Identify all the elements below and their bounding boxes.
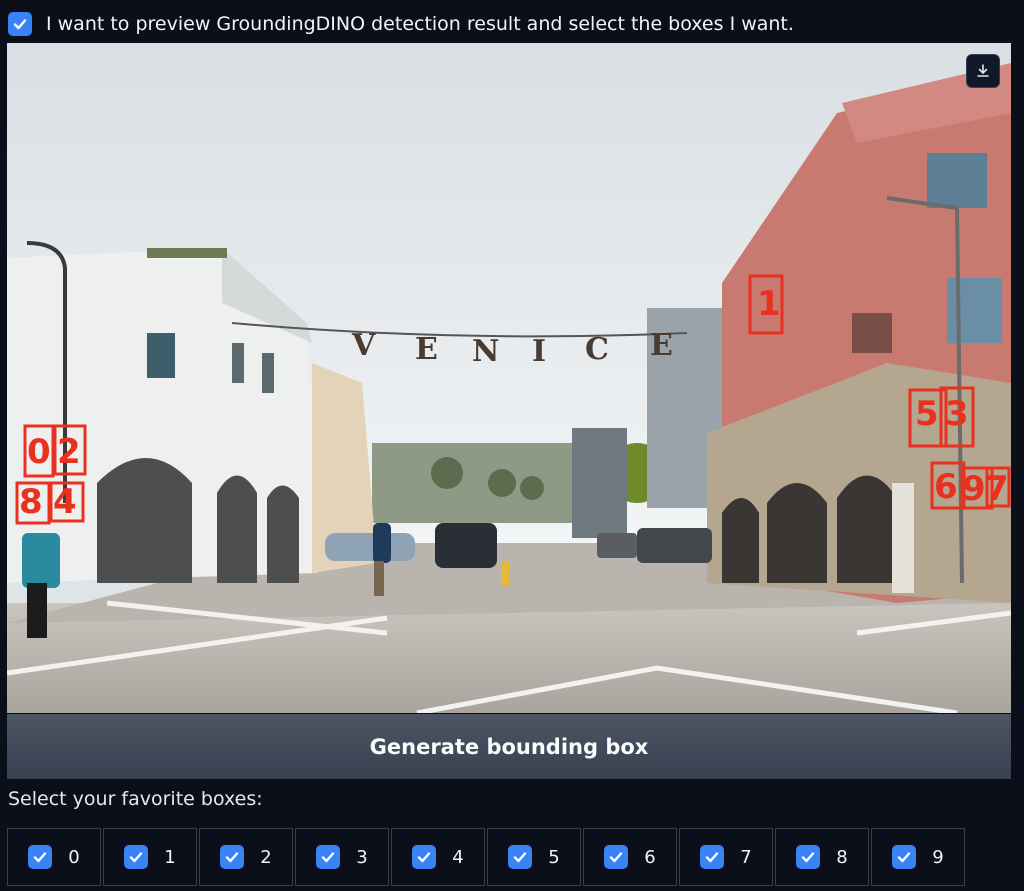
sign-letter: N: [472, 334, 499, 369]
box-checkbox[interactable]: [220, 845, 245, 869]
box-option-7[interactable]: 7: [679, 828, 773, 886]
box-option-label: 4: [452, 846, 464, 868]
preview-toggle[interactable]: I want to preview GroundingDINO detectio…: [8, 10, 794, 38]
box-option-label: 8: [836, 846, 848, 868]
download-icon: [977, 64, 989, 77]
check-icon: [706, 852, 719, 863]
box-checkbox[interactable]: [700, 845, 725, 869]
check-icon: [322, 852, 335, 863]
box-checkbox-group: 0 1 2 3 4 5 6 7 8 9: [7, 828, 965, 886]
select-boxes-label: Select your favorite boxes:: [8, 788, 263, 810]
check-icon: [418, 852, 431, 863]
sign-letter: E: [415, 332, 438, 367]
check-icon: [13, 19, 27, 30]
box-option-label: 3: [356, 846, 368, 868]
box-option-9[interactable]: 9: [871, 828, 965, 886]
detection-preview-image: V E N I C E 1 5 3 0 2 8 4 6 9 7: [7, 43, 1011, 713]
sign-letter: E: [650, 328, 673, 363]
box-label: 3: [945, 394, 969, 434]
box-option-4[interactable]: 4: [391, 828, 485, 886]
box-label: 1: [757, 284, 781, 324]
box-option-0[interactable]: 0: [7, 828, 101, 886]
box-label: 2: [57, 432, 81, 472]
box-checkbox[interactable]: [28, 845, 53, 869]
download-button[interactable]: [966, 54, 1000, 88]
sign-letter: C: [585, 332, 609, 367]
check-icon: [610, 852, 623, 863]
check-icon: [226, 852, 239, 863]
box-label: 0: [27, 432, 51, 472]
box-checkbox[interactable]: [316, 845, 341, 869]
box-option-label: 6: [644, 846, 656, 868]
preview-toggle-label: I want to preview GroundingDINO detectio…: [46, 13, 794, 35]
box-option-label: 5: [548, 846, 560, 868]
box-label: 4: [53, 482, 77, 522]
sign-letter: I: [532, 334, 546, 369]
box-checkbox[interactable]: [508, 845, 533, 869]
white-building: [7, 248, 317, 583]
box-option-3[interactable]: 3: [295, 828, 389, 886]
box-checkbox[interactable]: [796, 845, 821, 869]
box-option-5[interactable]: 5: [487, 828, 581, 886]
box-label: 6: [934, 467, 958, 507]
box-label: 8: [19, 482, 43, 522]
box-label: 7: [985, 469, 1009, 509]
box-option-label: 1: [164, 846, 176, 868]
check-icon: [898, 852, 911, 863]
distant-building: [572, 428, 627, 538]
box-checkbox[interactable]: [604, 845, 629, 869]
box-option-label: 0: [68, 846, 80, 868]
street-scene: V E N I C E 1 5 3 0 2 8 4 6 9 7: [7, 43, 1011, 713]
box-option-2[interactable]: 2: [199, 828, 293, 886]
sign-letter: V: [351, 328, 376, 363]
box-option-label: 9: [932, 846, 944, 868]
preview-checkbox[interactable]: [8, 12, 32, 36]
box-option-8[interactable]: 8: [775, 828, 869, 886]
check-icon: [802, 852, 815, 863]
box-option-label: 2: [260, 846, 272, 868]
box-option-6[interactable]: 6: [583, 828, 677, 886]
generate-bounding-box-button[interactable]: Generate bounding box: [7, 714, 1011, 779]
box-option-1[interactable]: 1: [103, 828, 197, 886]
check-icon: [34, 852, 47, 863]
box-checkbox[interactable]: [892, 845, 917, 869]
box-label: 5: [915, 394, 939, 434]
box-label: 9: [962, 469, 986, 509]
box-option-label: 7: [740, 846, 752, 868]
check-icon: [130, 852, 143, 863]
check-icon: [514, 852, 527, 863]
box-checkbox[interactable]: [124, 845, 149, 869]
box-checkbox[interactable]: [412, 845, 437, 869]
